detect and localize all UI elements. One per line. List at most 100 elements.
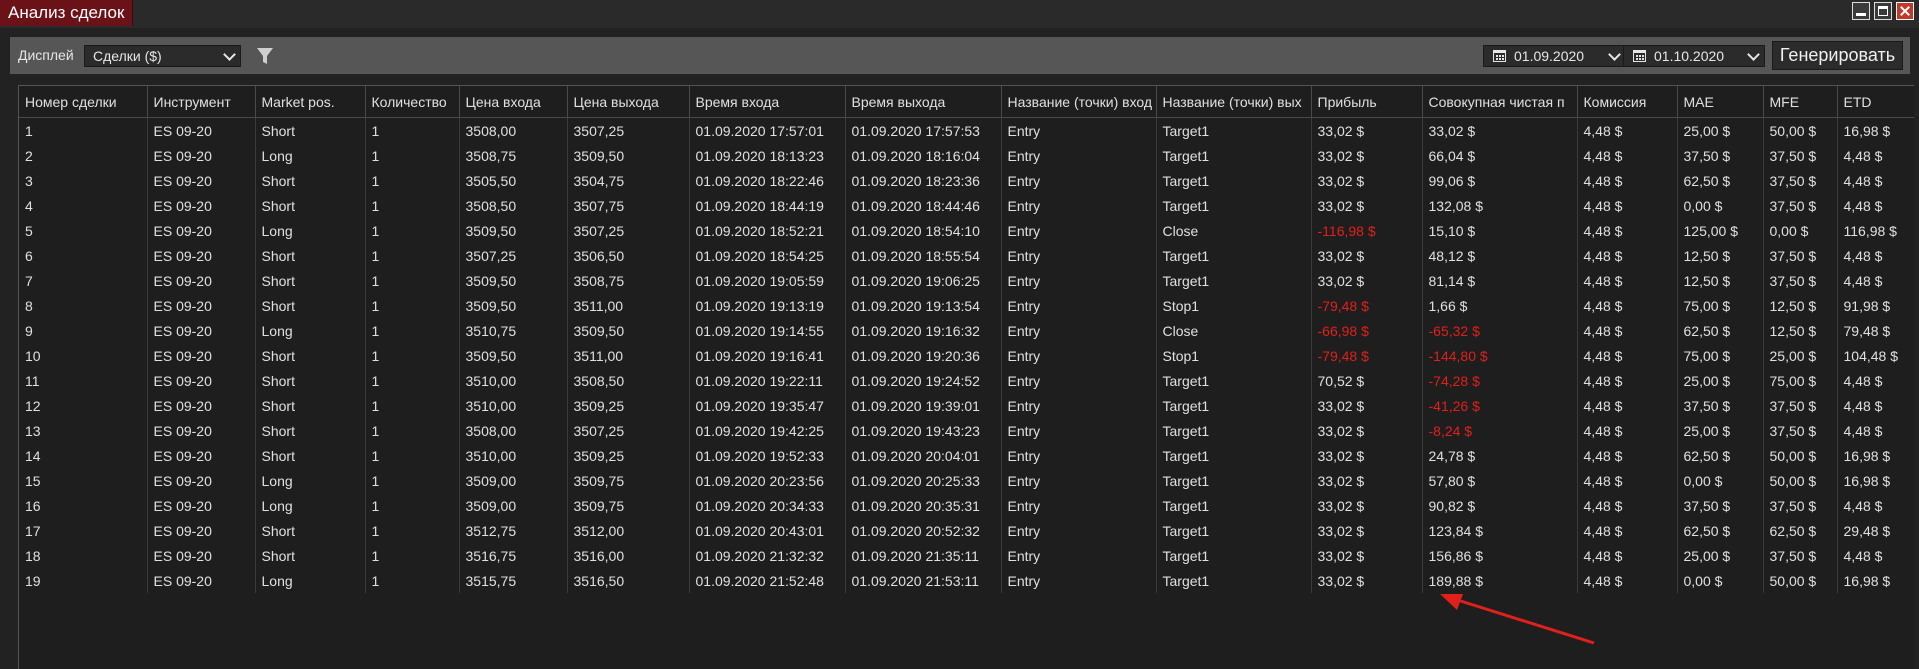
generate-button[interactable]: Генерировать xyxy=(1772,41,1903,70)
table-cell: 25,00 $ xyxy=(1677,368,1764,393)
table-cell: 12,50 $ xyxy=(1677,243,1764,268)
table-cell: 116,98 $ xyxy=(1837,218,1914,243)
table-cell: 1 xyxy=(365,293,460,318)
filter-icon[interactable] xyxy=(256,46,274,66)
table-row[interactable]: 5 ES 09-20 Long 1 3509,50 3507,25 01.09.2020 1… xyxy=(19,218,1914,243)
table-cell: 3510,00 xyxy=(459,393,568,418)
trades-grid[interactable]: Номер сделки Инструмент Market pos. Количес… xyxy=(18,85,1914,669)
table-cell: 3509,50 xyxy=(459,268,568,293)
table-cell: 62,50 $ xyxy=(1677,168,1764,193)
table-cell: 3508,75 xyxy=(567,268,690,293)
header-row: Номер сделки Инструмент Market pos. Количес… xyxy=(19,86,1914,118)
table-cell: Close xyxy=(1156,218,1312,243)
table-cell: 33,02 $ xyxy=(1311,468,1423,493)
column-header[interactable]: Номер сделки xyxy=(19,86,148,118)
table-cell: -79,48 $ xyxy=(1311,343,1423,368)
column-header[interactable]: Название (точки) вых xyxy=(1156,86,1312,118)
table-cell: ES 09-20 xyxy=(147,168,256,193)
table-row[interactable]: 6 ES 09-20 Short 1 3507,25 3506,50 01.09.2020 … xyxy=(19,243,1914,268)
table-cell: Entry xyxy=(1001,143,1157,168)
table-cell: 16,98 $ xyxy=(1837,443,1914,468)
table-cell: -79,48 $ xyxy=(1311,293,1423,318)
table-row[interactable]: 7 ES 09-20 Short 1 3509,50 3508,75 01.09.2020 … xyxy=(19,268,1914,293)
table-cell: 37,50 $ xyxy=(1763,393,1838,418)
display-select[interactable]: Сделки ($) xyxy=(84,45,241,67)
column-header[interactable]: ETD xyxy=(1837,86,1914,118)
table-cell: Short xyxy=(255,193,366,218)
column-header[interactable]: Прибыль xyxy=(1311,86,1423,118)
column-header[interactable]: Название (точки) вход xyxy=(1001,86,1157,118)
date-to-picker[interactable]: 01.10.2020 xyxy=(1623,45,1765,67)
minimize-icon[interactable] xyxy=(1852,2,1870,20)
table-row[interactable]: 18 ES 09-20 Short 1 3516,75 3516,00 01.09.2020… xyxy=(19,543,1914,568)
table-row[interactable]: 13 ES 09-20 Short 1 3508,00 3507,25 01.09.2020… xyxy=(19,418,1914,443)
table-row[interactable]: 16 ES 09-20 Long 1 3509,00 3509,75 01.09.2020 … xyxy=(19,493,1914,518)
table-cell: 99,06 $ xyxy=(1422,168,1578,193)
column-header[interactable]: Совокупная чистая п xyxy=(1422,86,1578,118)
table-cell: 1 xyxy=(365,443,460,468)
table-cell: 4,48 $ xyxy=(1577,168,1678,193)
column-header[interactable]: Цена входа xyxy=(459,86,568,118)
table-row[interactable]: 3 ES 09-20 Short 1 3505,50 3504,75 01.09.2020 … xyxy=(19,168,1914,193)
table-cell: Entry xyxy=(1001,117,1157,143)
table-cell: Stop1 xyxy=(1156,293,1312,318)
table-row[interactable]: 17 ES 09-20 Short 1 3512,75 3512,00 01.09.2020… xyxy=(19,518,1914,543)
column-header[interactable]: Инструмент xyxy=(147,86,256,118)
table-cell: 132,08 $ xyxy=(1422,193,1578,218)
table-row[interactable]: 8 ES 09-20 Short 1 3509,50 3511,00 01.09.2020 … xyxy=(19,293,1914,318)
column-header[interactable]: Время выхода xyxy=(845,86,1002,118)
table-cell: 12,50 $ xyxy=(1677,268,1764,293)
column-header[interactable]: Market pos. xyxy=(255,86,366,118)
table-cell: 1 xyxy=(365,568,460,593)
display-label: Дисплей xyxy=(18,47,74,63)
table-cell: 4,48 $ xyxy=(1577,468,1678,493)
table-cell: 4,48 $ xyxy=(1577,568,1678,593)
column-header[interactable]: Цена выхода xyxy=(567,86,690,118)
column-header[interactable]: Количество xyxy=(365,86,460,118)
column-header[interactable]: Время входа xyxy=(689,86,846,118)
table-cell: 01.09.2020 21:32:32 xyxy=(689,543,846,568)
column-header[interactable]: Комиссия xyxy=(1577,86,1678,118)
table-cell: 01.09.2020 19:06:25 xyxy=(845,268,1002,293)
table-row[interactable]: 9 ES 09-20 Long 1 3510,75 3509,50 01.09.2020 1… xyxy=(19,318,1914,343)
table-cell: Target1 xyxy=(1156,518,1312,543)
table-row[interactable]: 15 ES 09-20 Long 1 3509,00 3509,75 01.09.2020 … xyxy=(19,468,1914,493)
table-cell: ES 09-20 xyxy=(147,117,256,143)
table-cell: 3510,75 xyxy=(459,318,568,343)
table-cell: 4,48 $ xyxy=(1577,418,1678,443)
table-cell: 25,00 $ xyxy=(1677,117,1764,143)
table-cell: 48,12 $ xyxy=(1422,243,1578,268)
column-header[interactable]: MAE xyxy=(1677,86,1764,118)
table-cell: ES 09-20 xyxy=(147,143,256,168)
table-row[interactable]: 11 ES 09-20 Short 1 3510,00 3508,50 01.09.2020… xyxy=(19,368,1914,393)
table-row[interactable]: 10 ES 09-20 Short 1 3509,50 3511,00 01.09.2020… xyxy=(19,343,1914,368)
table-cell: 33,02 $ xyxy=(1311,393,1423,418)
table-cell: Short xyxy=(255,368,366,393)
column-header[interactable]: MFE xyxy=(1763,86,1838,118)
table-cell: 1 xyxy=(365,318,460,343)
table-cell: 18 xyxy=(19,543,148,568)
table-row[interactable]: 2 ES 09-20 Long 1 3508,75 3509,50 01.09.2020 1… xyxy=(19,143,1914,168)
table-cell: 16,98 $ xyxy=(1837,117,1914,143)
table-cell: 3511,00 xyxy=(567,343,690,368)
table-cell: -116,98 $ xyxy=(1311,218,1423,243)
table-cell: 6 xyxy=(19,243,148,268)
table-cell: 4,48 $ xyxy=(1577,518,1678,543)
table-row[interactable]: 14 ES 09-20 Short 1 3510,00 3509,25 01.09.2020… xyxy=(19,443,1914,468)
table-cell: 01.09.2020 20:43:01 xyxy=(689,518,846,543)
close-icon[interactable] xyxy=(1896,2,1914,20)
table-cell: 15 xyxy=(19,468,148,493)
calendar-icon xyxy=(1493,50,1506,62)
table-row[interactable]: 12 ES 09-20 Short 1 3510,00 3509,25 01.09.2020… xyxy=(19,393,1914,418)
maximize-icon[interactable] xyxy=(1874,2,1892,20)
table-cell: 1 xyxy=(365,393,460,418)
table-row[interactable]: 4 ES 09-20 Short 1 3508,50 3507,75 01.09.2020 … xyxy=(19,193,1914,218)
table-cell: 3509,50 xyxy=(459,218,568,243)
table-cell: 01.09.2020 19:20:36 xyxy=(845,343,1002,368)
table-cell: 01.09.2020 21:35:11 xyxy=(845,543,1002,568)
table-cell: 4,48 $ xyxy=(1577,343,1678,368)
table-row[interactable]: 1 ES 09-20 Short 1 3508,00 3507,25 01.09.2020 … xyxy=(19,117,1914,143)
table-cell: 3509,75 xyxy=(567,493,690,518)
date-from-picker[interactable]: 01.09.2020 xyxy=(1483,45,1626,67)
table-row[interactable]: 19 ES 09-20 Long 1 3515,75 3516,50 01.09.2020 … xyxy=(19,568,1914,593)
